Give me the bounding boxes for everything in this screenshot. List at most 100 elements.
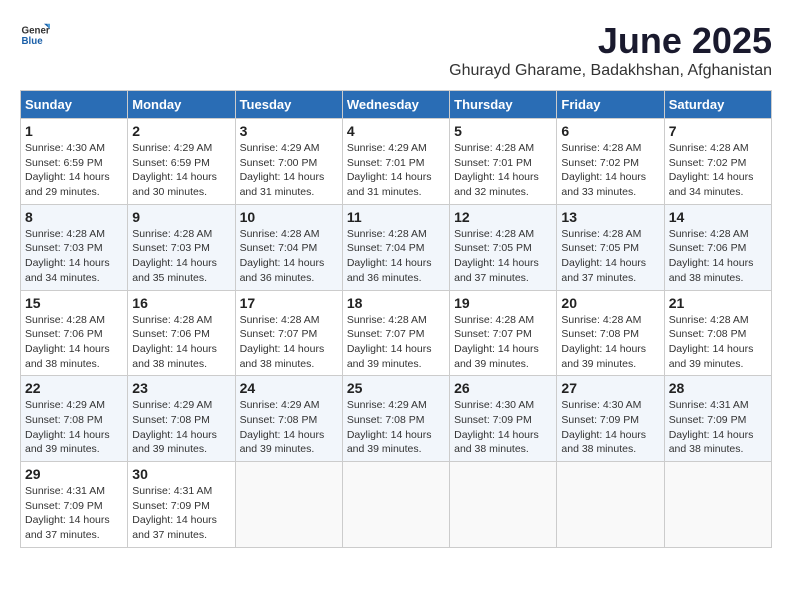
day-info: Sunrise: 4:28 AM Sunset: 7:07 PM Dayligh… (347, 313, 445, 372)
day-info: Sunrise: 4:30 AM Sunset: 6:59 PM Dayligh… (25, 141, 123, 200)
header-day-wednesday: Wednesday (342, 91, 449, 119)
day-number: 21 (669, 295, 767, 311)
logo-icon: General Blue (20, 20, 50, 50)
calendar-day-7: 7 Sunrise: 4:28 AM Sunset: 7:02 PM Daylig… (664, 119, 771, 205)
day-number: 30 (132, 466, 230, 482)
day-number: 11 (347, 209, 445, 225)
calendar-day-3: 3Sunrise: 4:29 AM Sunset: 7:00 PM Daylig… (235, 119, 342, 205)
calendar-week-2: 8Sunrise: 4:28 AM Sunset: 7:03 PM Daylig… (21, 204, 772, 290)
calendar-day-17: 17 Sunrise: 4:28 AM Sunset: 7:07 PM Dayli… (235, 290, 342, 376)
empty-cell (342, 462, 449, 548)
logo: General Blue (20, 20, 50, 50)
day-info: Sunrise: 4:31 AM Sunset: 7:09 PM Dayligh… (669, 398, 767, 457)
day-info: Sunrise: 4:28 AM Sunset: 7:05 PM Dayligh… (561, 227, 659, 286)
header-day-saturday: Saturday (664, 91, 771, 119)
day-number: 1 (25, 123, 123, 139)
day-info: Sunrise: 4:28 AM Sunset: 7:01 PM Dayligh… (454, 141, 552, 200)
day-info: Sunrise: 4:28 AM Sunset: 7:04 PM Dayligh… (347, 227, 445, 286)
subtitle: Ghurayd Gharame, Badakhshan, Afghanistan (449, 62, 772, 80)
day-info: Sunrise: 4:28 AM Sunset: 7:06 PM Dayligh… (669, 227, 767, 286)
calendar-week-4: 22 Sunrise: 4:29 AM Sunset: 7:08 PM Dayli… (21, 376, 772, 462)
day-number: 27 (561, 380, 659, 396)
day-info: Sunrise: 4:29 AM Sunset: 6:59 PM Dayligh… (132, 141, 230, 200)
svg-text:General: General (22, 26, 51, 37)
day-info: Sunrise: 4:30 AM Sunset: 7:09 PM Dayligh… (561, 398, 659, 457)
day-number: 26 (454, 380, 552, 396)
day-number: 13 (561, 209, 659, 225)
day-info: Sunrise: 4:29 AM Sunset: 7:08 PM Dayligh… (347, 398, 445, 457)
calendar-day-8: 8Sunrise: 4:28 AM Sunset: 7:03 PM Daylig… (21, 204, 128, 290)
empty-cell (450, 462, 557, 548)
day-info: Sunrise: 4:28 AM Sunset: 7:04 PM Dayligh… (240, 227, 338, 286)
empty-cell (664, 462, 771, 548)
day-info: Sunrise: 4:28 AM Sunset: 7:06 PM Dayligh… (132, 313, 230, 372)
calendar-day-13: 13 Sunrise: 4:28 AM Sunset: 7:05 PM Dayli… (557, 204, 664, 290)
day-number: 29 (25, 466, 123, 482)
day-info: Sunrise: 4:28 AM Sunset: 7:03 PM Dayligh… (132, 227, 230, 286)
header-row: SundayMondayTuesdayWednesdayThursdayFrid… (21, 91, 772, 119)
day-number: 17 (240, 295, 338, 311)
day-number: 22 (25, 380, 123, 396)
day-number: 18 (347, 295, 445, 311)
svg-text:Blue: Blue (22, 36, 44, 47)
calendar-day-24: 24Sunrise: 4:29 AM Sunset: 7:08 PM Dayli… (235, 376, 342, 462)
day-info: Sunrise: 4:30 AM Sunset: 7:09 PM Dayligh… (454, 398, 552, 457)
day-info: Sunrise: 4:29 AM Sunset: 7:00 PM Dayligh… (240, 141, 338, 200)
calendar-day-22: 22 Sunrise: 4:29 AM Sunset: 7:08 PM Dayli… (21, 376, 128, 462)
day-info: Sunrise: 4:29 AM Sunset: 7:08 PM Dayligh… (25, 398, 123, 457)
calendar-body: 1 Sunrise: 4:30 AM Sunset: 6:59 PM Daylig… (21, 119, 772, 548)
day-number: 6 (561, 123, 659, 139)
empty-cell (557, 462, 664, 548)
day-info: Sunrise: 4:28 AM Sunset: 7:08 PM Dayligh… (561, 313, 659, 372)
day-info: Sunrise: 4:28 AM Sunset: 7:07 PM Dayligh… (240, 313, 338, 372)
calendar-day-21: 21 Sunrise: 4:28 AM Sunset: 7:08 PM Dayli… (664, 290, 771, 376)
day-info: Sunrise: 4:28 AM Sunset: 7:03 PM Dayligh… (25, 227, 123, 286)
day-number: 7 (669, 123, 767, 139)
title-section: June 2025 Ghurayd Gharame, Badakhshan, A… (449, 20, 772, 80)
header-day-sunday: Sunday (21, 91, 128, 119)
empty-cell (235, 462, 342, 548)
page-header: General Blue June 2025 Ghurayd Gharame, … (20, 20, 772, 80)
calendar-day-30: 30Sunrise: 4:31 AM Sunset: 7:09 PM Dayli… (128, 462, 235, 548)
day-info: Sunrise: 4:28 AM Sunset: 7:08 PM Dayligh… (669, 313, 767, 372)
calendar-week-3: 15 Sunrise: 4:28 AM Sunset: 7:06 PM Dayli… (21, 290, 772, 376)
day-info: Sunrise: 4:28 AM Sunset: 7:07 PM Dayligh… (454, 313, 552, 372)
day-info: Sunrise: 4:29 AM Sunset: 7:01 PM Dayligh… (347, 141, 445, 200)
calendar-day-18: 18 Sunrise: 4:28 AM Sunset: 7:07 PM Dayli… (342, 290, 449, 376)
calendar-day-16: 16 Sunrise: 4:28 AM Sunset: 7:06 PM Dayli… (128, 290, 235, 376)
main-title: June 2025 (449, 20, 772, 62)
header-day-friday: Friday (557, 91, 664, 119)
calendar-day-25: 25 Sunrise: 4:29 AM Sunset: 7:08 PM Dayli… (342, 376, 449, 462)
calendar-day-11: 11 Sunrise: 4:28 AM Sunset: 7:04 PM Dayli… (342, 204, 449, 290)
calendar-day-27: 27 Sunrise: 4:30 AM Sunset: 7:09 PM Dayli… (557, 376, 664, 462)
day-info: Sunrise: 4:31 AM Sunset: 7:09 PM Dayligh… (25, 484, 123, 543)
calendar-day-4: 4 Sunrise: 4:29 AM Sunset: 7:01 PM Daylig… (342, 119, 449, 205)
header-day-tuesday: Tuesday (235, 91, 342, 119)
calendar-week-1: 1 Sunrise: 4:30 AM Sunset: 6:59 PM Daylig… (21, 119, 772, 205)
day-info: Sunrise: 4:29 AM Sunset: 7:08 PM Dayligh… (240, 398, 338, 457)
day-number: 16 (132, 295, 230, 311)
calendar-day-28: 28 Sunrise: 4:31 AM Sunset: 7:09 PM Dayli… (664, 376, 771, 462)
calendar-day-19: 19Sunrise: 4:28 AM Sunset: 7:07 PM Dayli… (450, 290, 557, 376)
calendar-day-9: 9 Sunrise: 4:28 AM Sunset: 7:03 PM Daylig… (128, 204, 235, 290)
calendar-day-2: 2 Sunrise: 4:29 AM Sunset: 6:59 PM Daylig… (128, 119, 235, 205)
header-day-monday: Monday (128, 91, 235, 119)
calendar-day-12: 12 Sunrise: 4:28 AM Sunset: 7:05 PM Dayli… (450, 204, 557, 290)
day-number: 4 (347, 123, 445, 139)
header-day-thursday: Thursday (450, 91, 557, 119)
day-number: 9 (132, 209, 230, 225)
calendar-day-29: 29 Sunrise: 4:31 AM Sunset: 7:09 PM Dayli… (21, 462, 128, 548)
calendar-day-15: 15 Sunrise: 4:28 AM Sunset: 7:06 PM Dayli… (21, 290, 128, 376)
day-info: Sunrise: 4:28 AM Sunset: 7:05 PM Dayligh… (454, 227, 552, 286)
day-number: 23 (132, 380, 230, 396)
calendar-day-23: 23Sunrise: 4:29 AM Sunset: 7:08 PM Dayli… (128, 376, 235, 462)
day-number: 28 (669, 380, 767, 396)
day-info: Sunrise: 4:28 AM Sunset: 7:06 PM Dayligh… (25, 313, 123, 372)
day-number: 15 (25, 295, 123, 311)
calendar-day-6: 6Sunrise: 4:28 AM Sunset: 7:02 PM Daylig… (557, 119, 664, 205)
day-number: 25 (347, 380, 445, 396)
calendar-day-1: 1 Sunrise: 4:30 AM Sunset: 6:59 PM Daylig… (21, 119, 128, 205)
day-number: 12 (454, 209, 552, 225)
day-info: Sunrise: 4:28 AM Sunset: 7:02 PM Dayligh… (669, 141, 767, 200)
day-number: 2 (132, 123, 230, 139)
